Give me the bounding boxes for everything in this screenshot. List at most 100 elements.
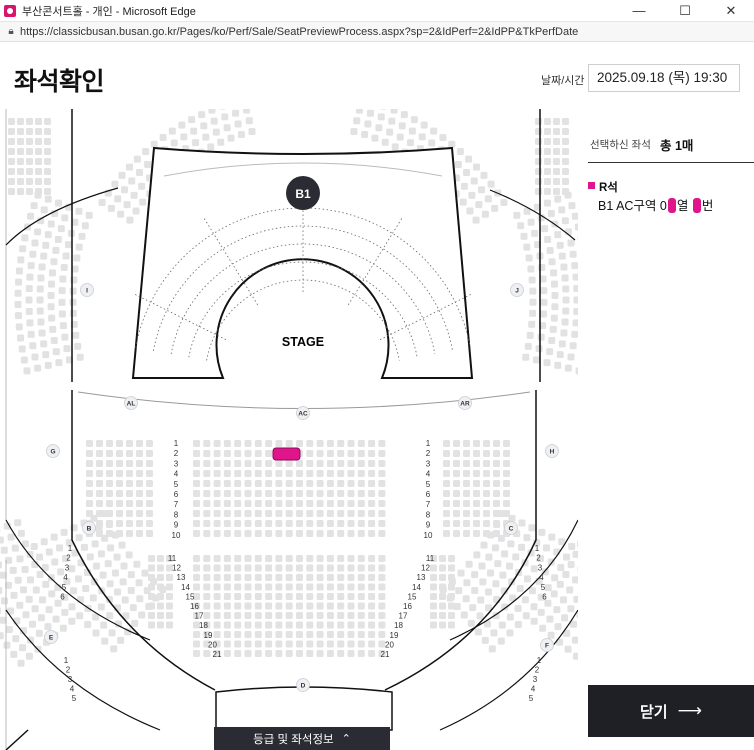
seat[interactable] [203, 564, 211, 572]
seat[interactable] [254, 490, 262, 497]
seat[interactable] [326, 530, 334, 537]
seat[interactable] [285, 510, 293, 517]
seat[interactable] [544, 188, 551, 195]
seat[interactable] [285, 621, 293, 629]
seat[interactable] [347, 555, 355, 562]
seat[interactable] [562, 158, 569, 165]
seat[interactable] [430, 621, 437, 629]
seat[interactable] [3, 641, 11, 649]
seat[interactable] [193, 520, 200, 527]
seat[interactable] [418, 133, 426, 141]
seat[interactable] [8, 188, 15, 195]
seat[interactable] [475, 201, 483, 209]
seat[interactable] [203, 593, 211, 600]
seat[interactable] [483, 520, 490, 527]
seat[interactable] [316, 593, 324, 600]
seat[interactable] [577, 566, 578, 573]
seat[interactable] [347, 650, 355, 657]
seat[interactable] [254, 500, 262, 507]
seat[interactable] [23, 367, 31, 375]
seat[interactable] [265, 520, 273, 527]
seat[interactable] [0, 561, 3, 569]
seat[interactable] [316, 650, 324, 657]
seat[interactable] [116, 450, 123, 457]
seat[interactable] [136, 480, 143, 487]
seat[interactable] [17, 148, 24, 155]
seat[interactable] [75, 243, 83, 251]
seat[interactable] [217, 138, 225, 146]
seat[interactable] [546, 247, 554, 255]
seat[interactable] [166, 612, 173, 619]
seat[interactable] [560, 263, 568, 271]
seat[interactable] [355, 109, 363, 114]
seat[interactable] [535, 168, 542, 175]
seat[interactable] [244, 650, 252, 657]
seat[interactable] [234, 470, 242, 477]
seat[interactable] [575, 367, 578, 375]
seat[interactable] [254, 530, 262, 537]
seat[interactable] [0, 546, 8, 554]
seat[interactable] [503, 490, 510, 497]
seat[interactable] [223, 640, 231, 648]
seat[interactable] [234, 574, 242, 581]
seat[interactable] [506, 629, 514, 637]
seat[interactable] [306, 490, 314, 497]
seat[interactable] [378, 612, 386, 619]
seat[interactable] [467, 619, 475, 627]
seat[interactable] [14, 576, 22, 584]
seat[interactable] [408, 127, 416, 135]
seat[interactable] [159, 133, 167, 141]
seat[interactable] [368, 520, 376, 527]
seat[interactable] [483, 440, 490, 447]
seat[interactable] [213, 574, 221, 581]
seat[interactable] [285, 555, 293, 562]
seat[interactable] [567, 353, 575, 361]
seat[interactable] [244, 564, 252, 572]
seat[interactable] [86, 480, 93, 487]
seat[interactable] [245, 117, 253, 125]
seat[interactable] [491, 204, 499, 212]
seat[interactable] [483, 450, 490, 457]
seat[interactable] [558, 340, 566, 348]
seat[interactable] [92, 562, 100, 570]
url-text[interactable]: https://classicbusan.busan.go.kr/Pages/k… [20, 26, 578, 38]
seat[interactable] [223, 470, 231, 477]
seat[interactable] [535, 345, 543, 353]
seat[interactable] [81, 222, 89, 230]
seat[interactable] [223, 602, 231, 610]
seat[interactable] [530, 565, 538, 573]
seat[interactable] [296, 640, 303, 648]
seat[interactable] [378, 583, 386, 591]
seat[interactable] [107, 204, 115, 212]
seat[interactable] [193, 650, 200, 657]
seat[interactable] [68, 603, 76, 611]
seat[interactable] [223, 124, 231, 132]
seat[interactable] [337, 490, 345, 497]
seat[interactable] [193, 490, 200, 497]
seat[interactable] [523, 243, 531, 251]
seat[interactable] [244, 593, 252, 600]
seat[interactable] [136, 520, 143, 527]
seat[interactable] [357, 593, 365, 600]
seat[interactable] [60, 263, 68, 271]
seat[interactable] [388, 117, 396, 125]
seat[interactable] [465, 155, 473, 163]
seat[interactable] [368, 530, 376, 537]
seat[interactable] [57, 225, 65, 233]
seat[interactable] [208, 109, 216, 114]
seat[interactable] [25, 285, 33, 293]
seat[interactable] [439, 586, 447, 594]
seat[interactable] [213, 470, 221, 477]
seat[interactable] [473, 500, 480, 507]
seat[interactable] [254, 564, 262, 572]
seat[interactable] [48, 314, 56, 322]
seat[interactable] [58, 310, 66, 318]
seat[interactable] [203, 602, 211, 610]
seat[interactable] [44, 231, 52, 239]
seat[interactable] [68, 565, 76, 573]
seat[interactable] [285, 564, 293, 572]
seat[interactable] [316, 583, 324, 591]
seat[interactable] [296, 650, 303, 657]
seat[interactable] [168, 127, 176, 135]
seat[interactable] [265, 490, 273, 497]
